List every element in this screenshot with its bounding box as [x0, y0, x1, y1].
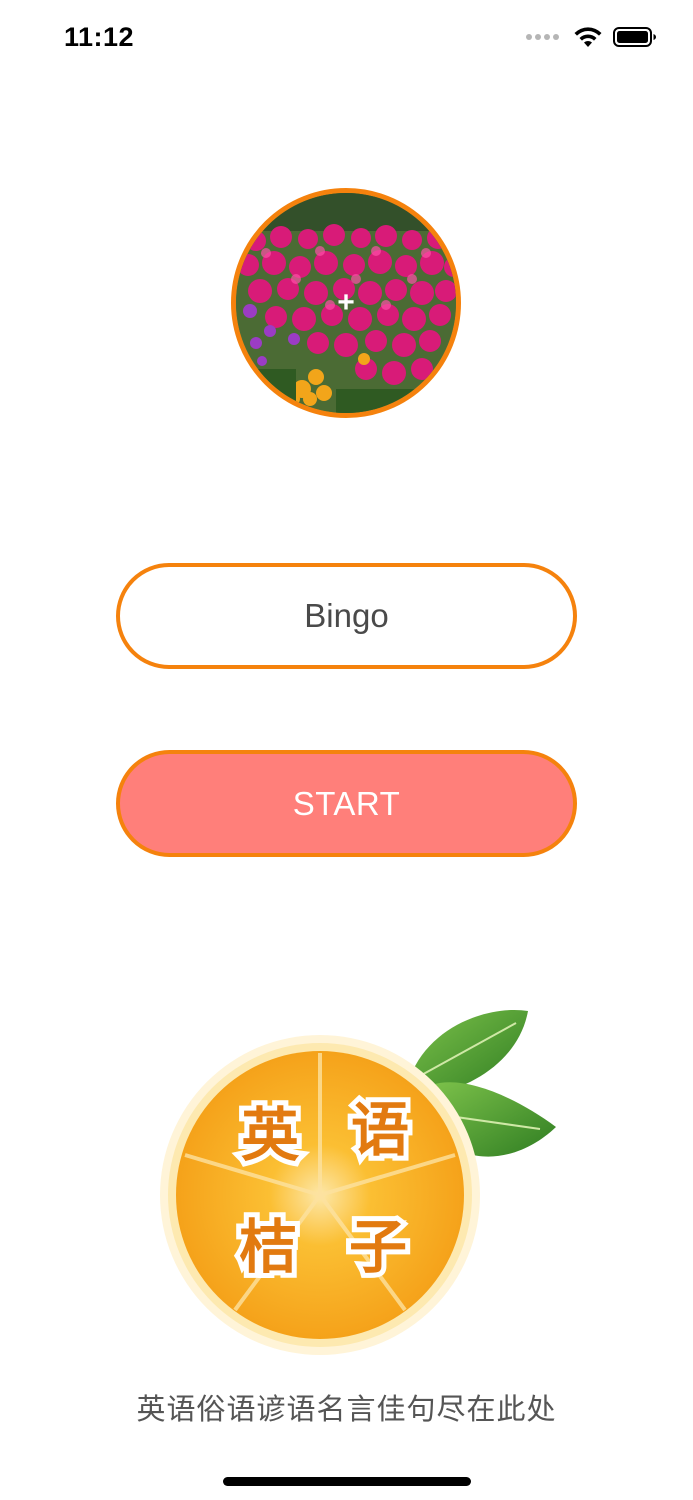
status-icons — [526, 26, 657, 48]
logo-char-4: 子 — [349, 1213, 407, 1281]
start-button[interactable]: START — [116, 750, 577, 857]
logo-char-3: 桔 — [239, 1213, 297, 1281]
name-input[interactable] — [165, 597, 528, 635]
home-indicator[interactable] — [223, 1477, 471, 1486]
signal-icon — [526, 34, 559, 40]
status-time: 11:12 — [64, 22, 135, 52]
slogan-text: 英语俗语谚语名言佳句尽在此处 — [136, 1392, 557, 1426]
plus-icon: + — [337, 286, 355, 319]
avatar-picker[interactable]: + — [231, 188, 461, 418]
logo-char-1: 英 — [241, 1101, 300, 1169]
name-field[interactable] — [116, 563, 577, 669]
orange-logo: 英 语 桔 子 — [160, 1009, 556, 1355]
battery-icon — [613, 27, 656, 47]
wifi-icon — [574, 27, 602, 47]
logo-char-2: 语 — [351, 1096, 409, 1164]
status-bar: 11:12 — [0, 0, 693, 80]
